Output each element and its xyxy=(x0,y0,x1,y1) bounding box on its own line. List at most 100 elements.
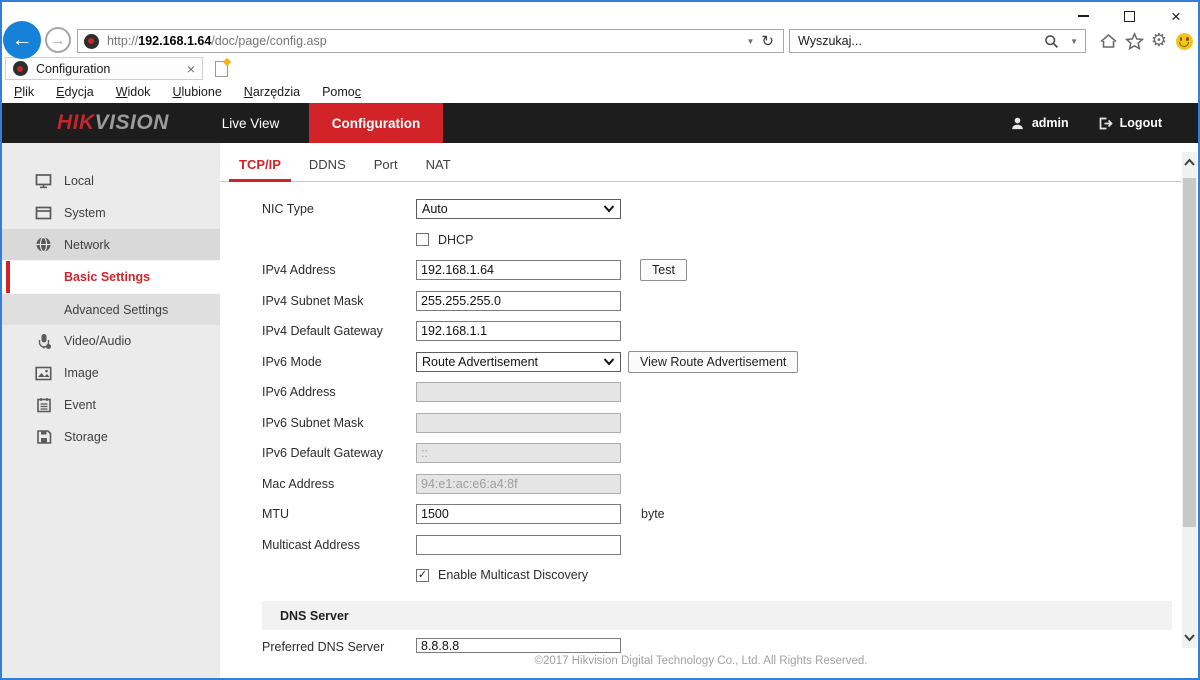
refresh-icon[interactable]: ↻ xyxy=(761,32,774,50)
multicast-address-input[interactable] xyxy=(416,535,621,555)
test-button[interactable]: Test xyxy=(640,259,687,281)
check-icon: ✓ xyxy=(418,570,427,581)
url-scheme: http:// xyxy=(107,34,138,48)
current-user: admin xyxy=(1010,116,1069,131)
ipv4-address-input[interactable] xyxy=(416,260,621,280)
ipv4-default-gateway-label: IPv4 Default Gateway xyxy=(262,324,416,338)
url-dropdown-icon[interactable]: ▼ xyxy=(747,37,755,46)
header-user-area: admin Logout xyxy=(1010,103,1162,143)
logout-button[interactable]: Logout xyxy=(1097,116,1162,131)
copyright-footer: ©2017 Hikvision Digital Technology Co., … xyxy=(220,655,1182,667)
feedback-smiley-button[interactable] xyxy=(1173,30,1195,52)
ipv6-address-label: IPv6 Address xyxy=(262,385,416,399)
search-placeholder: Wyszukaj... xyxy=(798,34,1044,48)
ipv6-address-input xyxy=(416,382,621,402)
browser-tab-bar: Configuration × xyxy=(2,57,1198,80)
sidebar-item-image[interactable]: Image xyxy=(2,357,220,389)
active-item-marker xyxy=(6,261,10,293)
menu-ulubione[interactable]: Ulubione xyxy=(172,85,221,99)
sidebar-item-advanced-settings[interactable]: Advanced Settings xyxy=(2,293,220,325)
forward-arrow-icon: → xyxy=(51,32,66,49)
mac-address-input xyxy=(416,474,621,494)
dhcp-checkbox[interactable] xyxy=(416,233,429,246)
settings-gear-button[interactable]: ⚙ xyxy=(1148,30,1170,52)
page-scrollbar[interactable] xyxy=(1182,152,1197,648)
monitor-icon xyxy=(35,173,52,189)
enable-multicast-discovery-label: Enable Multicast Discovery xyxy=(438,568,588,582)
address-bar[interactable]: http://192.168.1.64/doc/page/config.asp … xyxy=(77,29,784,53)
sidebar-item-network[interactable]: Network xyxy=(2,229,220,261)
browser-tab-configuration[interactable]: Configuration × xyxy=(5,57,203,80)
mac-address-label: Mac Address xyxy=(262,477,416,491)
search-box[interactable]: Wyszukaj... ▼ xyxy=(789,29,1086,53)
view-route-advertisement-button[interactable]: View Route Advertisement xyxy=(628,351,798,373)
tab-ddns[interactable]: DDNS xyxy=(299,157,356,181)
tab-title: Configuration xyxy=(36,62,187,76)
mtu-unit: byte xyxy=(641,507,665,521)
app-header: HIKVISION Live View Configuration admin … xyxy=(2,103,1198,143)
url-text[interactable]: http://192.168.1.64/doc/page/config.asp xyxy=(107,34,327,48)
menu-widok[interactable]: Widok xyxy=(116,85,151,99)
tab-configuration[interactable]: Configuration xyxy=(309,103,443,143)
close-tab-icon[interactable]: × xyxy=(187,61,195,77)
user-icon xyxy=(1010,116,1025,131)
maximize-icon xyxy=(1124,11,1135,22)
tab-tcpip[interactable]: TCP/IP xyxy=(229,157,291,181)
main-content: TCP/IP DDNS Port NAT NIC Type Auto DHCP … xyxy=(220,143,1182,678)
settings-tabs: TCP/IP DDNS Port NAT xyxy=(220,143,1182,182)
sidebar-item-basic-settings[interactable]: Basic Settings xyxy=(2,261,220,293)
sidebar-item-event[interactable]: Event xyxy=(2,389,220,421)
tcpip-form: NIC Type Auto DHCP IPv4 Address Test IPv… xyxy=(220,182,1182,585)
menu-pomoc[interactable]: Pomoc xyxy=(322,85,361,99)
window-icon xyxy=(35,205,52,221)
ipv4-default-gateway-input[interactable] xyxy=(416,321,621,341)
menu-narzedzia[interactable]: Narzędzia xyxy=(244,85,300,99)
smiley-icon xyxy=(1176,33,1193,50)
preferred-dns-server-input[interactable] xyxy=(416,638,621,653)
home-button[interactable] xyxy=(1097,30,1119,52)
minimize-button[interactable] xyxy=(1066,4,1100,28)
new-tab-icon xyxy=(215,61,228,77)
scrollbar-thumb[interactable] xyxy=(1183,178,1196,527)
browser-forward-button[interactable]: → xyxy=(45,27,71,53)
search-dropdown-icon[interactable]: ▼ xyxy=(1070,37,1078,46)
sidebar-item-video-audio[interactable]: Video/Audio xyxy=(2,325,220,357)
ipv6-default-gateway-label: IPv6 Default Gateway xyxy=(262,446,416,460)
username: admin xyxy=(1032,116,1069,130)
search-icon[interactable] xyxy=(1044,34,1059,49)
browser-back-button[interactable]: ← xyxy=(3,21,41,59)
maximize-button[interactable] xyxy=(1112,4,1146,28)
ipv6-subnet-mask-label: IPv6 Subnet Mask xyxy=(262,416,416,430)
nic-type-select[interactable]: Auto xyxy=(416,199,621,219)
tab-favicon-camera-icon xyxy=(13,61,28,76)
sidebar-item-local[interactable]: Local xyxy=(2,165,220,197)
back-arrow-icon: ← xyxy=(12,28,33,52)
tab-port[interactable]: Port xyxy=(364,157,408,181)
ipv4-subnet-mask-input[interactable] xyxy=(416,291,621,311)
image-icon xyxy=(35,365,52,381)
nic-type-label: NIC Type xyxy=(262,202,416,216)
new-tab-button[interactable] xyxy=(209,59,233,78)
chevron-down-icon xyxy=(603,205,615,213)
enable-multicast-discovery-checkbox[interactable]: ✓ xyxy=(416,569,429,582)
sidebar-item-system[interactable]: System xyxy=(2,197,220,229)
url-host: 192.168.1.64 xyxy=(138,34,211,48)
menu-plik[interactable]: Plik xyxy=(14,85,34,99)
chevron-down-icon xyxy=(603,358,615,366)
tab-nat[interactable]: NAT xyxy=(416,157,461,181)
ipv6-mode-select[interactable]: Route Advertisement xyxy=(416,352,621,372)
scroll-down-icon[interactable] xyxy=(1183,633,1196,642)
close-window-button[interactable]: × xyxy=(1159,4,1193,28)
mtu-label: MTU xyxy=(262,507,416,521)
ipv6-subnet-mask-input xyxy=(416,413,621,433)
logout-icon xyxy=(1097,116,1113,131)
ipv6-default-gateway-input xyxy=(416,443,621,463)
menu-edycja[interactable]: Edycja xyxy=(56,85,94,99)
ipv6-mode-label: IPv6 Mode xyxy=(262,355,416,369)
mtu-input[interactable] xyxy=(416,504,621,524)
scroll-up-icon[interactable] xyxy=(1183,158,1196,167)
sidebar-item-storage[interactable]: Storage xyxy=(2,421,220,453)
favorites-star-button[interactable] xyxy=(1123,30,1145,52)
tab-live-view[interactable]: Live View xyxy=(192,103,309,143)
browser-menu-bar: Plik Edycja Widok Ulubione Narzędzia Pom… xyxy=(2,80,1198,103)
